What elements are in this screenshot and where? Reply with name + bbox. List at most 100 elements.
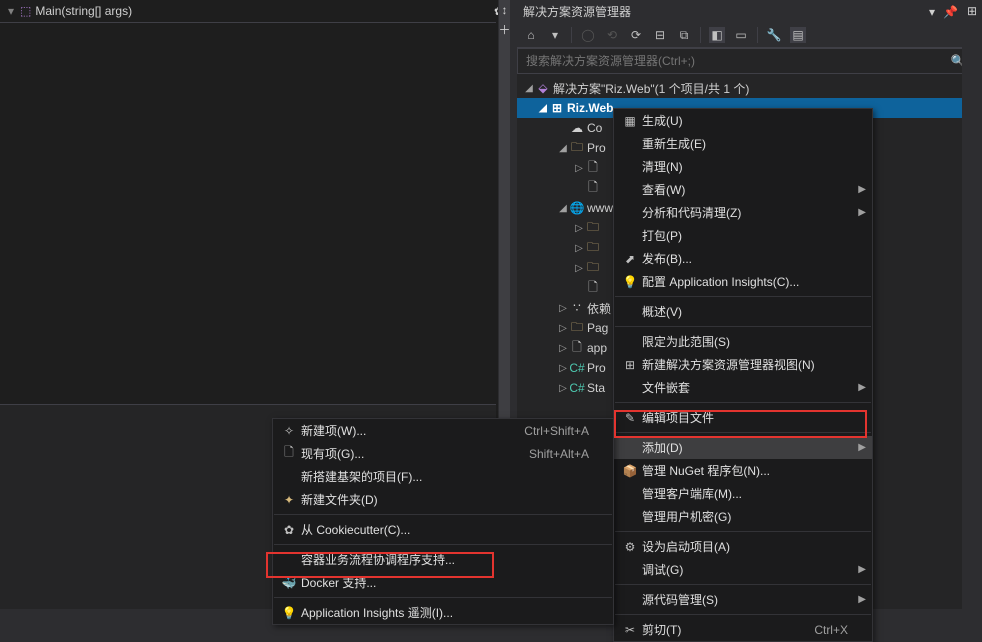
folder-icon: 🗀 [569,138,585,159]
newview-icon: ⊞ [618,358,642,372]
docker-icon: 🐳 [277,576,301,590]
folder-icon: 🗀 [585,258,601,279]
folder-icon: 🗀 [569,318,585,339]
properties-icon[interactable]: ▤ [790,27,806,43]
pin-icon[interactable]: 📌 [943,5,958,19]
cookie-icon: ✿ [277,523,301,537]
menu-nuget[interactable]: 📦管理 NuGet 程序包(N)... [614,459,872,482]
build-icon: ▦ [618,114,642,128]
menu-cut[interactable]: ✂剪切(T)Ctrl+X [614,618,872,641]
solution-node[interactable]: ◢ ⬙ 解决方案"Riz.Web"(1 个项目/共 1 个) [517,78,982,98]
insights-icon: 💡 [277,606,301,620]
submenu-arrow-icon: ▶ [858,564,866,575]
menu-cookiecutter[interactable]: ✿从 Cookiecutter(C)... [273,518,613,541]
menu-docker[interactable]: 🐳Docker 支持... [273,571,613,594]
project-icon: ⊞ [549,101,565,115]
globe-icon: 🌐 [569,201,585,215]
refresh-icon[interactable]: ⟳ [628,27,644,43]
split-icon[interactable]: ↕ [502,4,508,16]
preview-icon[interactable]: ▭ [733,27,749,43]
existing-icon: 🗋 [277,443,301,464]
folder-icon: ✦ [277,493,301,507]
expander-icon[interactable]: ▷ [573,163,585,174]
menu-newfolder[interactable]: ✦新建文件夹(D) [273,488,613,511]
file-icon: 🗋 [585,278,601,299]
folder-icon: 🗀 [585,238,601,259]
project-label: Riz.Web [567,101,613,115]
submenu-arrow-icon: ▶ [858,382,866,393]
menu-scaffold[interactable]: 新搭建基架的项目(F)... [273,465,613,488]
menu-container[interactable]: 容器业务流程协调程序支持... [273,548,613,571]
newitem-icon: ✧ [277,424,301,438]
panel-title-bar: 解决方案资源管理器 ▾ 📌 ✕ [517,0,982,23]
editor-body[interactable] [0,22,496,399]
home-icon[interactable]: ⌂ [523,27,539,43]
sync-icon[interactable]: ⟲ [604,27,620,43]
menu-insights[interactable]: 💡配置 Application Insights(C)... [614,270,872,293]
menu-scm[interactable]: 源代码管理(S)▶ [614,588,872,611]
menu-existing[interactable]: 🗋现有项(G)...Shift+Alt+A [273,442,613,465]
expander-icon[interactable]: ◢ [537,103,549,114]
menu-rebuild[interactable]: 重新生成(E) [614,132,872,155]
submenu-arrow-icon: ▶ [858,207,866,218]
expander-icon[interactable]: ◢ [557,203,569,214]
menu-telemetry[interactable]: 💡Application Insights 遥测(I)... [273,601,613,624]
file-icon: 🗋 [585,158,601,179]
expander-icon[interactable]: ◢ [557,143,569,154]
menu-pack[interactable]: 打包(P) [614,224,872,247]
deps-icon: ∵ [569,301,585,315]
menu-editproj[interactable]: ✎编辑项目文件 [614,406,872,429]
submenu-arrow-icon: ▶ [858,442,866,453]
project-context-menu: ▦生成(U) 重新生成(E) 清理(N) 查看(W)▶ 分析和代码清理(Z)▶ … [613,108,873,642]
show-all-files-icon[interactable]: ◧ [709,27,725,43]
solution-toolbar: ⌂ ▾ ◯ ⟲ ⟳ ⊟ ⧉ ◧ ▭ 🔧 ▤ [517,23,982,48]
back-icon[interactable]: ◯ [580,27,596,43]
cs-icon: C# [569,361,585,375]
menu-newitem[interactable]: ✧新建项(W)...Ctrl+Shift+A [273,419,613,442]
nuget-icon: 📦 [618,464,642,478]
menu-publish[interactable]: ⬈发布(B)... [614,247,872,270]
cloud-icon: ☁ [569,121,585,135]
menu-view[interactable]: 查看(W)▶ [614,178,872,201]
plus-icon[interactable]: ＋ [499,24,511,36]
copy-icon[interactable]: ⧉ [676,27,692,43]
panel-title-text: 解决方案资源管理器 [523,3,631,20]
solution-icon: ⬙ [535,81,551,95]
submenu-arrow-icon: ▶ [858,594,866,605]
menu-secrets[interactable]: 管理用户机密(G) [614,505,872,528]
expander-icon[interactable]: ◢ [523,83,535,94]
json-icon: 🗋 [569,338,585,359]
menu-scope[interactable]: 限定为此范围(S) [614,330,872,353]
cs-icon: C# [569,381,585,395]
publish-icon: ⬈ [618,252,642,266]
search-input[interactable] [524,51,951,71]
method-name: Main(string[] args) [35,4,132,18]
file-icon: 🗋 [585,178,601,199]
menu-nest[interactable]: 文件嵌套▶ [614,376,872,399]
menu-startup[interactable]: ⚙设为启动项目(A) [614,535,872,558]
toolbar-dropdown-icon[interactable]: ▾ [547,27,563,43]
solution-label: 解决方案"Riz.Web"(1 个项目/共 1 个) [553,80,749,97]
menu-overview[interactable]: 概述(V) [614,300,872,323]
folder-icon: 🗀 [585,218,601,239]
menu-add[interactable]: 添加(D)▶ [614,436,872,459]
menu-debug[interactable]: 调试(G)▶ [614,558,872,581]
menu-clean[interactable]: 清理(N) [614,155,872,178]
startup-icon: ⚙ [618,540,642,554]
cut-icon: ✂ [618,623,642,637]
menu-build[interactable]: ▦生成(U) [614,109,872,132]
add-submenu: ✧新建项(W)...Ctrl+Shift+A 🗋现有项(G)...Shift+A… [272,418,614,625]
edit-icon: ✎ [618,411,642,425]
menu-newview[interactable]: ⊞新建解决方案资源管理器视图(N) [614,353,872,376]
menu-analyze[interactable]: 分析和代码清理(Z)▶ [614,201,872,224]
wrench-icon[interactable]: 🔧 [766,27,782,43]
editor-breadcrumb[interactable]: ▾ ⬚ Main(string[] args) ✿ [0,0,510,22]
dropdown-icon[interactable]: ▾ [929,5,935,19]
collapse-icon[interactable]: ⊟ [652,27,668,43]
submenu-arrow-icon: ▶ [858,184,866,195]
side-tab-icon[interactable]: ⊞ [967,4,977,609]
method-icon: ⬚ [20,4,31,18]
menu-clientlib[interactable]: 管理客户端库(M)... [614,482,872,505]
side-tab-strip[interactable]: ⊞ [962,0,982,609]
search-box[interactable]: 🔍 ▾ [517,48,982,74]
